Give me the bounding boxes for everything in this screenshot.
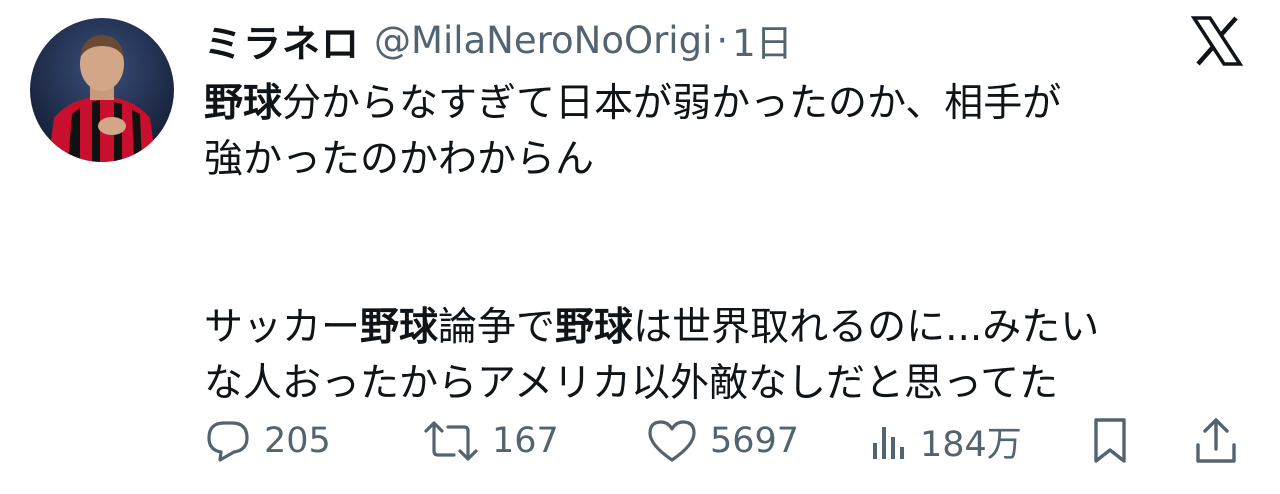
- like-button[interactable]: 5697: [646, 412, 799, 470]
- avatar-image: [30, 18, 174, 162]
- retweet-arrows-icon: [424, 421, 478, 461]
- user-handle[interactable]: @MilaNeroNoOrigi: [374, 19, 712, 62]
- tweet-line: 強かったのかわからん: [204, 137, 595, 182]
- tweet-header: ミラネロ @MilaNeroNoOrigi · 1日: [204, 14, 793, 66]
- heart-icon: [648, 420, 696, 462]
- tweet-line: な人おったからアメリカ以外敵なしだと思ってた: [204, 361, 1059, 406]
- retweet-button[interactable]: 167: [422, 412, 559, 470]
- action-bar: 205 167 5697 184万: [200, 412, 1250, 470]
- bookmark-button[interactable]: [1088, 412, 1132, 470]
- tweet-card[interactable]: ミラネロ @MilaNeroNoOrigi · 1日 野球分からなすぎて日本が弱…: [0, 0, 1280, 494]
- like-count: 5697: [710, 421, 800, 461]
- reply-count: 205: [264, 421, 331, 461]
- tweet-line: サッカー野球論争で野球は世界取れるのに...みたい: [204, 300, 1264, 356]
- highlight-keyword: 野球: [555, 305, 634, 350]
- views-button[interactable]: 184万: [868, 412, 1022, 470]
- highlight-keyword: 野球: [360, 305, 439, 350]
- separator-dot: ·: [716, 18, 729, 62]
- display-name[interactable]: ミラネロ: [204, 13, 360, 68]
- share-upload-icon: [1196, 418, 1236, 463]
- tweet-line: 野球分からなすぎて日本が弱かったのか、相手が: [204, 76, 1264, 132]
- avatar[interactable]: [30, 18, 174, 162]
- retweet-count: 167: [492, 421, 559, 461]
- bar-chart-icon: [873, 427, 904, 459]
- text-segment: 分からなすぎて日本が弱かったのか、相手が: [282, 81, 1062, 126]
- share-button[interactable]: [1192, 412, 1240, 470]
- tweet-text: 野球分からなすぎて日本が弱かったのか、相手が 強かったのかわからん サッカー野球…: [204, 76, 1264, 412]
- x-logo-icon: [1190, 14, 1244, 68]
- text-segment: サッカー: [204, 305, 361, 350]
- text-segment: 論争で: [438, 305, 556, 350]
- highlight-keyword: 野球: [204, 81, 283, 126]
- text-segment: は世界取れるのに...みたい: [633, 305, 1100, 350]
- timestamp[interactable]: 1日: [732, 13, 793, 67]
- reply-button[interactable]: 205: [204, 412, 331, 470]
- bookmark-icon: [1094, 418, 1126, 463]
- view-count: 184万: [920, 424, 1022, 465]
- speech-bubble-icon: [207, 421, 249, 462]
